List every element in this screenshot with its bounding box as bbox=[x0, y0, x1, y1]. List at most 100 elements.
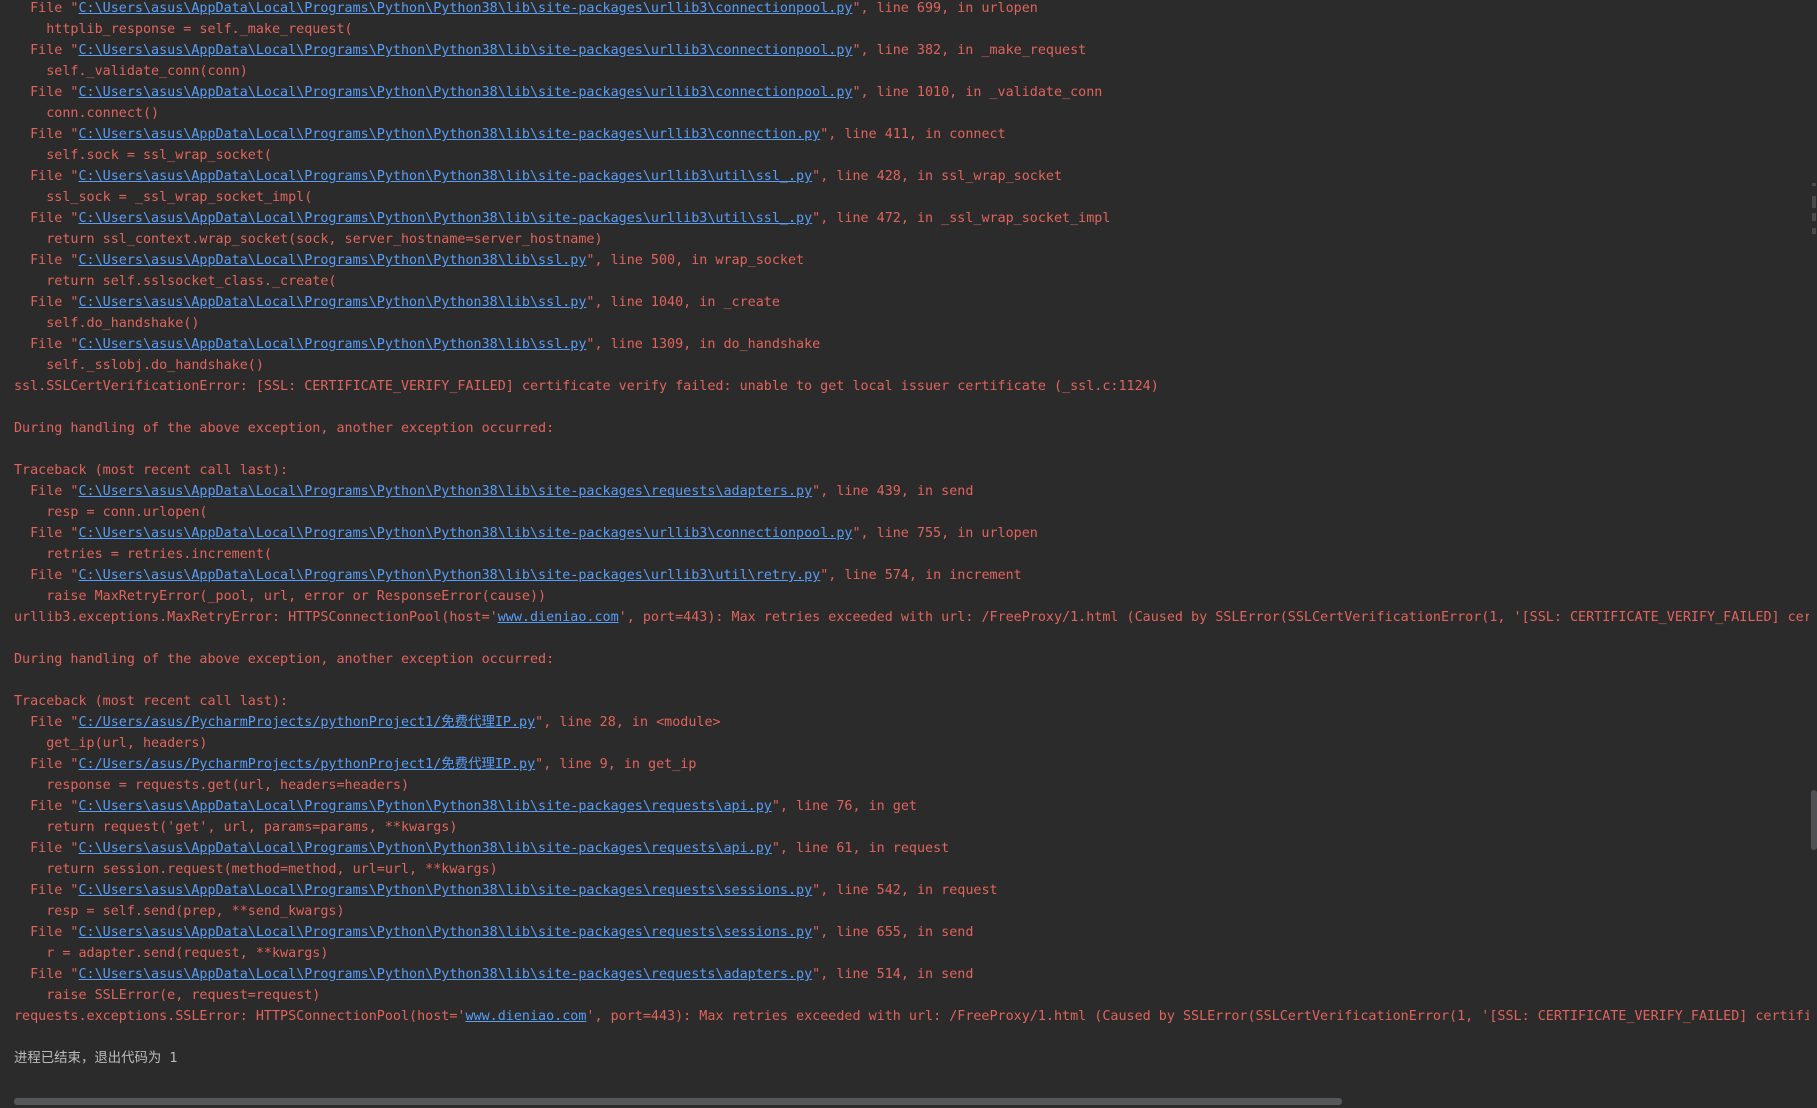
console-text: 进程已结束，退出代码为 1 bbox=[14, 1051, 178, 1066]
console-text: self.do_handshake() bbox=[14, 316, 200, 331]
console-text: ", line 655, in send bbox=[812, 925, 974, 940]
console-text: ", line 699, in urlopen bbox=[852, 1, 1038, 16]
console-line: resp = self.send(prep, **send_kwargs) bbox=[14, 901, 1804, 922]
console-file-link[interactable]: C:\Users\asus\AppData\Local\Programs\Pyt… bbox=[79, 526, 853, 541]
console-text: ", line 500, in wrap_socket bbox=[586, 253, 805, 268]
console-text: File " bbox=[14, 211, 79, 226]
console-file-link[interactable]: C:\Users\asus\AppData\Local\Programs\Pyt… bbox=[79, 85, 853, 100]
console-text: File " bbox=[14, 568, 79, 583]
console-file-link[interactable]: C:\Users\asus\AppData\Local\Programs\Pyt… bbox=[79, 484, 813, 499]
console-line: File "C:\Users\asus\AppData\Local\Progra… bbox=[14, 838, 1804, 859]
console-file-link[interactable]: C:\Users\asus\AppData\Local\Programs\Pyt… bbox=[79, 1, 853, 16]
scrollbar-marker bbox=[1812, 183, 1816, 186]
console-text: self._sslobj.do_handshake() bbox=[14, 358, 264, 373]
console-line: File "C:\Users\asus\AppData\Local\Progra… bbox=[14, 565, 1804, 586]
console-line: ssl_sock = _ssl_wrap_socket_impl( bbox=[14, 187, 1804, 208]
console-line: File "C:\Users\asus\AppData\Local\Progra… bbox=[14, 250, 1804, 271]
console-text: ", line 542, in request bbox=[812, 883, 998, 898]
console-text: File " bbox=[14, 85, 79, 100]
console-text: conn.connect() bbox=[14, 106, 160, 121]
console-text: raise SSLError(e, request=request) bbox=[14, 988, 321, 1003]
console-text: File " bbox=[14, 841, 79, 856]
console-line: raise MaxRetryError(_pool, url, error or… bbox=[14, 586, 1804, 607]
console-text: During handling of the above exception, … bbox=[14, 421, 555, 436]
console-text: ", line 61, in request bbox=[771, 841, 950, 856]
console-text: get_ip(url, headers) bbox=[14, 736, 208, 751]
console-text: urllib3.exceptions.MaxRetryError: HTTPSC… bbox=[14, 610, 498, 625]
console-file-link[interactable]: C:\Users\asus\AppData\Local\Programs\Pyt… bbox=[79, 568, 821, 583]
console-line: File "C:/Users/asus/PycharmProjects/pyth… bbox=[14, 754, 1804, 775]
console-text: return ssl_context.wrap_socket(sock, ser… bbox=[14, 232, 603, 247]
console-text: ssl.SSLCertVerificationError: [SSL: CERT… bbox=[14, 379, 1159, 394]
console-text: Traceback (most recent call last): bbox=[14, 694, 289, 709]
console-line: self.sock = ssl_wrap_socket( bbox=[14, 145, 1804, 166]
console-line: File "C:\Users\asus\AppData\Local\Progra… bbox=[14, 796, 1804, 817]
console-file-link[interactable]: C:\Users\asus\AppData\Local\Programs\Pyt… bbox=[79, 841, 772, 856]
console-line: self.do_handshake() bbox=[14, 313, 1804, 334]
vertical-scrollbar-thumb[interactable] bbox=[1811, 790, 1817, 850]
console-text: return request('get', url, params=params… bbox=[14, 820, 458, 835]
console-text: File " bbox=[14, 43, 79, 58]
console-text: File " bbox=[14, 169, 79, 184]
console-text-area[interactable]: File "C:\Users\asus\AppData\Local\Progra… bbox=[14, 0, 1817, 1069]
console-line: Traceback (most recent call last): bbox=[14, 460, 1804, 481]
run-console-output[interactable]: File "C:\Users\asus\AppData\Local\Progra… bbox=[0, 0, 1817, 1108]
console-file-link[interactable]: C:\Users\asus\AppData\Local\Programs\Pyt… bbox=[79, 337, 587, 352]
console-line: return session.request(method=method, ur… bbox=[14, 859, 1804, 880]
console-file-link[interactable]: C:\Users\asus\AppData\Local\Programs\Pyt… bbox=[79, 295, 587, 310]
console-line: File "C:\Users\asus\AppData\Local\Progra… bbox=[14, 964, 1804, 985]
console-file-link[interactable]: C:\Users\asus\AppData\Local\Programs\Pyt… bbox=[79, 127, 821, 142]
console-text: ssl_sock = _ssl_wrap_socket_impl( bbox=[14, 190, 313, 205]
console-line: 进程已结束，退出代码为 1 bbox=[14, 1048, 1804, 1069]
console-text: File " bbox=[14, 757, 79, 772]
console-text: ", line 472, in _ssl_wrap_socket_impl bbox=[812, 211, 1111, 226]
console-line: File "C:\Users\asus\AppData\Local\Progra… bbox=[14, 523, 1804, 544]
console-text: File " bbox=[14, 127, 79, 142]
scrollbar-marker bbox=[1812, 213, 1816, 221]
console-text: File " bbox=[14, 295, 79, 310]
console-line: File "C:\Users\asus\AppData\Local\Progra… bbox=[14, 880, 1804, 901]
console-line: File "C:\Users\asus\AppData\Local\Progra… bbox=[14, 0, 1804, 19]
console-text: ", line 574, in increment bbox=[820, 568, 1022, 583]
console-file-link[interactable]: C:\Users\asus\AppData\Local\Programs\Pyt… bbox=[79, 883, 813, 898]
console-text: ', port=443): Max retries exceeded with … bbox=[618, 610, 1817, 625]
console-file-link[interactable]: www.dieniao.com bbox=[465, 1009, 586, 1024]
console-file-link[interactable]: www.dieniao.com bbox=[498, 610, 619, 625]
console-text: File " bbox=[14, 526, 79, 541]
console-text: ", line 76, in get bbox=[771, 799, 917, 814]
console-line: File "C:\Users\asus\AppData\Local\Progra… bbox=[14, 481, 1804, 502]
console-line: File "C:\Users\asus\AppData\Local\Progra… bbox=[14, 922, 1804, 943]
console-line: File "C:\Users\asus\AppData\Local\Progra… bbox=[14, 124, 1804, 145]
console-line: return self.sslsocket_class._create( bbox=[14, 271, 1804, 292]
console-line: requests.exceptions.SSLError: HTTPSConne… bbox=[14, 1006, 1817, 1027]
console-file-link[interactable]: C:\Users\asus\AppData\Local\Programs\Pyt… bbox=[79, 799, 772, 814]
console-file-link[interactable]: C:\Users\asus\AppData\Local\Programs\Pyt… bbox=[79, 253, 587, 268]
console-file-link[interactable]: C:\Users\asus\AppData\Local\Programs\Pyt… bbox=[79, 967, 813, 982]
vertical-scrollbar[interactable] bbox=[1809, 0, 1817, 1108]
console-line: File "C:/Users/asus/PycharmProjects/pyth… bbox=[14, 712, 1804, 733]
console-line: File "C:\Users\asus\AppData\Local\Progra… bbox=[14, 292, 1804, 313]
console-text: File " bbox=[14, 715, 79, 730]
console-file-link[interactable]: C:/Users/asus/PycharmProjects/pythonProj… bbox=[79, 757, 536, 772]
console-line: Traceback (most recent call last): bbox=[14, 691, 1804, 712]
console-file-link[interactable]: C:\Users\asus\AppData\Local\Programs\Pyt… bbox=[79, 43, 853, 58]
horizontal-scrollbar-thumb[interactable] bbox=[14, 1098, 1342, 1105]
console-text: return self.sslsocket_class._create( bbox=[14, 274, 337, 289]
console-file-link[interactable]: C:/Users/asus/PycharmProjects/pythonProj… bbox=[79, 715, 536, 730]
console-file-link[interactable]: C:\Users\asus\AppData\Local\Programs\Pyt… bbox=[79, 169, 813, 184]
console-file-link[interactable]: C:\Users\asus\AppData\Local\Programs\Pyt… bbox=[79, 925, 813, 940]
console-line: return ssl_context.wrap_socket(sock, ser… bbox=[14, 229, 1804, 250]
console-text: self._validate_conn(conn) bbox=[14, 64, 248, 79]
scrollbar-marker bbox=[1812, 196, 1816, 208]
horizontal-scrollbar[interactable] bbox=[0, 1094, 1817, 1108]
console-file-link[interactable]: C:\Users\asus\AppData\Local\Programs\Pyt… bbox=[79, 211, 813, 226]
console-line: File "C:\Users\asus\AppData\Local\Progra… bbox=[14, 334, 1804, 355]
console-text: ", line 1040, in _create bbox=[586, 295, 780, 310]
console-text: ', port=443): Max retries exceeded with … bbox=[586, 1009, 1817, 1024]
console-text: File " bbox=[14, 799, 79, 814]
